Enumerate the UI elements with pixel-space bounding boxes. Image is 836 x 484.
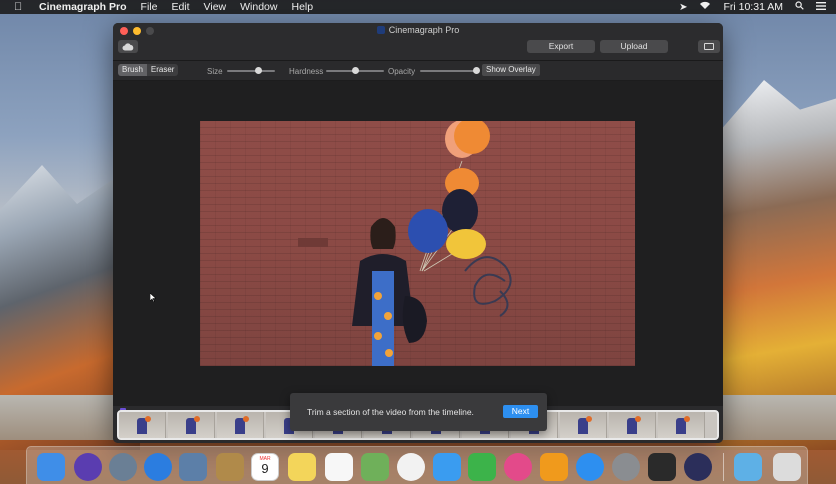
toggle-sidebar-button[interactable] xyxy=(698,40,720,53)
opacity-label: Opacity xyxy=(388,67,416,76)
dock: MAR 9 xyxy=(26,446,808,484)
notification-center-icon[interactable] xyxy=(816,1,826,13)
mask-toolbar: Brush Eraser Size Hardness Opacity Show … xyxy=(113,61,723,81)
window-title: Cinemagraph Pro xyxy=(113,25,723,35)
spotlight-search-icon[interactable] xyxy=(795,1,804,13)
app-store-icon[interactable] xyxy=(576,453,604,481)
frame-balloon xyxy=(635,416,641,422)
photos-icon[interactable] xyxy=(397,453,425,481)
hardness-slider[interactable] xyxy=(326,67,384,74)
reminders-icon[interactable] xyxy=(325,453,353,481)
timeline-frame xyxy=(119,412,166,438)
wifi-icon[interactable] xyxy=(699,1,711,13)
mail-icon[interactable] xyxy=(179,453,207,481)
maps-icon[interactable] xyxy=(361,453,389,481)
frame-balloon xyxy=(586,416,592,422)
mouse-cursor-icon xyxy=(150,293,156,302)
notefile-icon[interactable] xyxy=(216,453,244,481)
frame-balloon xyxy=(194,416,200,422)
tooltip-message: Trim a section of the video from the tim… xyxy=(307,407,474,417)
facetime-icon[interactable] xyxy=(468,453,496,481)
terminal-icon[interactable] xyxy=(648,453,676,481)
app-document-icon xyxy=(376,26,385,34)
window-titlebar: Cinemagraph Pro Export Upload xyxy=(113,23,723,61)
brush-eraser-segment: Brush Eraser xyxy=(118,64,179,76)
siri-icon[interactable] xyxy=(74,453,102,481)
onboarding-tooltip: Trim a section of the video from the tim… xyxy=(290,393,547,431)
opacity-slider-knob[interactable] xyxy=(472,67,480,74)
opacity-slider[interactable] xyxy=(420,67,480,74)
export-button[interactable]: Export xyxy=(527,40,595,53)
calendar-day: 9 xyxy=(261,461,269,476)
size-label: Size xyxy=(207,67,223,76)
size-slider[interactable] xyxy=(227,67,275,74)
timeline-frame xyxy=(560,412,607,438)
editor-canvas[interactable] xyxy=(113,81,723,406)
window-title-text: Cinemagraph Pro xyxy=(388,25,460,35)
notes-icon[interactable] xyxy=(288,453,316,481)
dock-separator xyxy=(723,453,724,481)
show-overlay-button[interactable]: Show Overlay xyxy=(482,64,540,76)
timeline-frame xyxy=(217,412,264,438)
trash-icon[interactable] xyxy=(773,453,801,481)
balloon-yellow xyxy=(446,229,486,259)
ibooks-icon[interactable] xyxy=(540,453,568,481)
messages-icon[interactable] xyxy=(433,453,461,481)
brick-ledge xyxy=(298,238,328,247)
menubar-clock[interactable]: Fri 10:31 AM xyxy=(723,1,783,13)
graffiti xyxy=(464,256,512,317)
menu-bar:  Cinemagraph Pro File Edit View Window … xyxy=(0,0,836,14)
frame-balloon xyxy=(145,416,151,422)
cloud-button[interactable] xyxy=(118,40,138,53)
video-preview[interactable] xyxy=(200,121,635,366)
cinemagraph-status-icon[interactable]: ➤ xyxy=(679,2,687,13)
sidebar-icon xyxy=(704,43,714,50)
finder-icon[interactable] xyxy=(37,453,65,481)
tooltip-next-button[interactable]: Next xyxy=(503,405,538,418)
hardness-slider-knob[interactable] xyxy=(351,67,359,74)
itunes-icon[interactable] xyxy=(504,453,532,481)
balloon-blue xyxy=(408,209,448,253)
timeline-frame xyxy=(658,412,705,438)
safari-icon[interactable] xyxy=(144,453,172,481)
menu-file[interactable]: File xyxy=(141,1,158,13)
frame-balloon xyxy=(243,416,249,422)
cinemagraph-window: Cinemagraph Pro Export Upload Brush Eras… xyxy=(113,23,723,443)
menu-view[interactable]: View xyxy=(204,1,227,13)
hardness-label: Hardness xyxy=(289,67,324,76)
eraser-tab[interactable]: Eraser xyxy=(146,64,179,76)
frame-balloon xyxy=(684,416,690,422)
launchpad-icon[interactable] xyxy=(109,453,137,481)
timeline-frame xyxy=(609,412,656,438)
size-slider-knob[interactable] xyxy=(254,67,262,74)
brush-tab[interactable]: Brush xyxy=(118,64,147,76)
woman-bag xyxy=(402,296,427,343)
menu-app-name[interactable]: Cinemagraph Pro xyxy=(39,1,127,13)
system-preferences-icon[interactable] xyxy=(612,453,640,481)
menu-edit[interactable]: Edit xyxy=(171,1,189,13)
cinemagraph-pro-icon[interactable] xyxy=(684,453,712,481)
cloud-icon xyxy=(122,42,134,50)
menu-help[interactable]: Help xyxy=(291,1,313,13)
upload-button[interactable]: Upload xyxy=(600,40,668,53)
woman-hair xyxy=(370,218,396,249)
apple-menu-icon[interactable]:  xyxy=(14,1,26,13)
calendar-icon[interactable]: MAR 9 xyxy=(251,453,279,481)
downloads-folder-icon[interactable] xyxy=(734,453,762,481)
menu-window[interactable]: Window xyxy=(240,1,277,13)
timeline-frame xyxy=(168,412,215,438)
preview-scene xyxy=(298,121,512,366)
